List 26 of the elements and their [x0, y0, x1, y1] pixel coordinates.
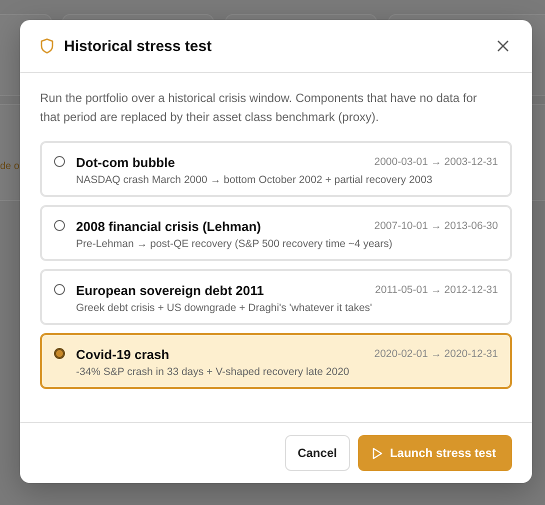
scenario-description: Greek debt crisis + US downgrade + Draghi's 'whatever it takes': [76, 302, 374, 314]
radio-button[interactable]: [54, 348, 65, 359]
scenario-option[interactable]: European sovereign debt 2011 2011-05-01 → 2012-12-31 Greek debt crisis + US downgrade + Draghi's 'whatever it takes': [40, 269, 512, 325]
radio-button[interactable]: [54, 284, 65, 295]
scenario-description: -34% S&P crash in 33 days + V-shaped recovery late 2020: [76, 366, 350, 378]
background-text: de o: [0, 161, 20, 172]
cancel-button[interactable]: Cancel: [284, 435, 350, 471]
scenario-name: Dot-com bubble: [76, 154, 176, 170]
play-icon: [372, 446, 383, 460]
scenario-option[interactable]: Covid-19 crash 2020-02-01 → 2020-12-31 -34% S&P crash in 33 days + V-shaped recovery late 2020: [40, 333, 512, 389]
date-range: 2000-03-01 → 2003-12-31: [374, 156, 498, 168]
shield-icon: [40, 38, 54, 54]
scenario-name: European sovereign debt 2011: [76, 282, 265, 298]
radio-button[interactable]: [54, 156, 65, 167]
scenario-description: NASDAQ crash March 2000 → bottom October 2002 + partial recovery 2003: [76, 174, 434, 186]
description: Run the portfolio over a historical crisis window. Components that have no data for that period are replaced by their asset class benchmark (proxy).: [40, 90, 478, 126]
radio-button[interactable]: [54, 220, 65, 231]
dialog-title: Historical stress test: [64, 38, 213, 54]
date-range: 2020-02-01 → 2020-12-31: [374, 348, 498, 360]
scenario-name: 2008 financial crisis (Lehman): [76, 218, 262, 234]
date-range: 2011-05-01 → 2012-12-31: [375, 284, 498, 296]
scenario-name: Covid-19 crash: [76, 346, 170, 362]
scenario-option[interactable]: 2008 financial crisis (Lehman) 2007-10-01 → 2013-06-30 Pre-Lehman → post-QE recovery (S&P 500 recovery time ~4 years): [40, 205, 512, 261]
scenario-description: Pre-Lehman → post-QE recovery (S&P 500 recovery time ~4 years): [76, 238, 394, 250]
date-range: 2007-10-01 → 2013-06-30: [374, 220, 498, 232]
scenario-option[interactable]: Dot-com bubble 2000-03-01 → 2003-12-31 NASDAQ crash March 2000 → bottom October 2002 + partial recovery 2003: [40, 141, 512, 197]
